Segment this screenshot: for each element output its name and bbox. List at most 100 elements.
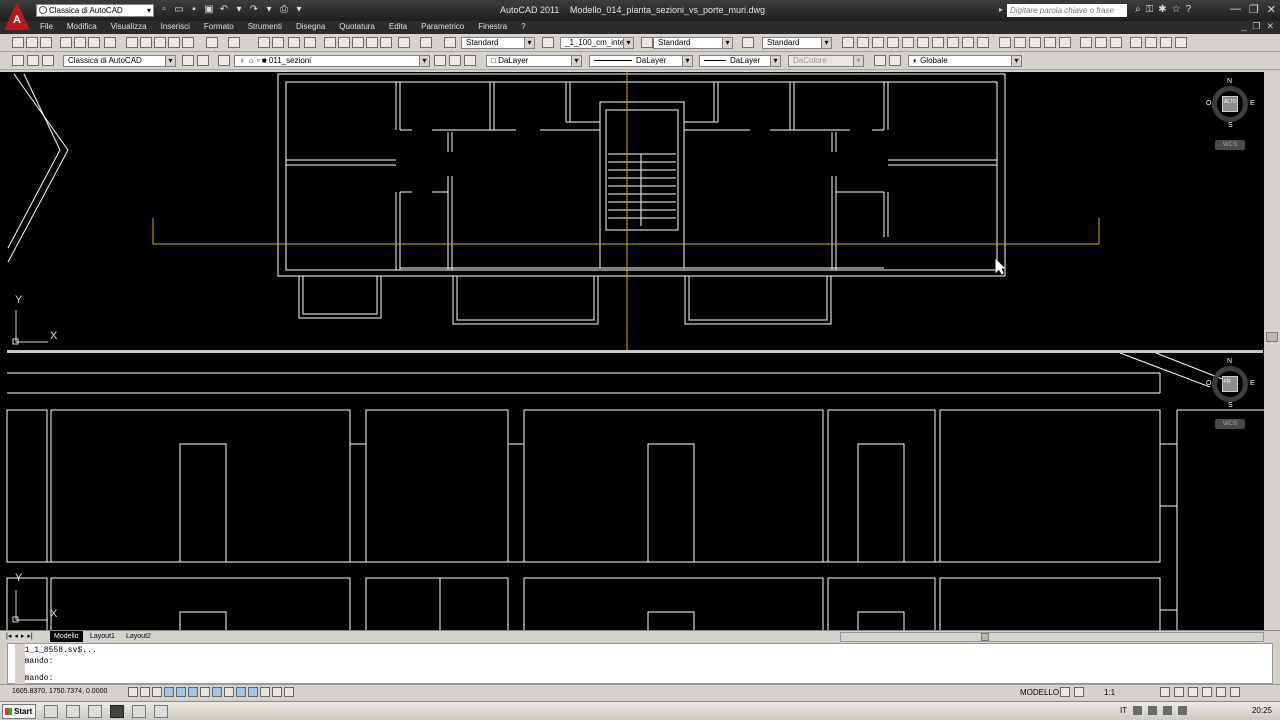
key-icon[interactable]: ⚿ [1146, 4, 1154, 15]
doc-restore-button[interactable]: ❐ [1252, 21, 1260, 32]
cut-icon[interactable] [126, 37, 138, 48]
viewport-divider[interactable] [7, 350, 1263, 353]
tab-layout2[interactable]: Layout2 [122, 631, 155, 642]
workspace-switching-icon[interactable] [1174, 687, 1184, 697]
quickcalc-icon[interactable] [398, 37, 410, 48]
horizontal-scrollbar[interactable] [840, 632, 1264, 642]
annotation-visibility-icon[interactable] [1160, 687, 1170, 697]
isolate-objects-icon[interactable] [1216, 687, 1226, 697]
table-style-icon[interactable] [641, 37, 653, 48]
tray-app-icon[interactable] [1133, 706, 1143, 715]
make-current-layer-icon[interactable] [434, 55, 446, 66]
prev-tab-button[interactable]: ◂ [14, 632, 18, 640]
tool-palettes-icon[interactable] [352, 37, 364, 48]
vertical-scrollbar[interactable] [1264, 72, 1280, 630]
command-window[interactable]: $_1_1_8558.sv$... Comando: Comando: [7, 643, 1273, 684]
maximize-button[interactable]: ❐ [1249, 3, 1259, 16]
app-task-icon[interactable] [132, 705, 146, 718]
workspace-customize-icon[interactable] [42, 55, 54, 66]
quick-view-layouts-icon[interactable] [1060, 687, 1070, 697]
close-button[interactable]: ✕ [1267, 3, 1276, 16]
menu-quotatura[interactable]: Quotatura [339, 22, 375, 31]
osnap-toggle[interactable] [188, 687, 198, 697]
show-desktop-icon[interactable] [44, 705, 58, 718]
dim-style-icon[interactable] [542, 37, 554, 48]
text-style-icon[interactable] [444, 37, 456, 48]
lineweight-select[interactable]: DaLayer [699, 55, 781, 67]
command-scrollbar[interactable] [15, 644, 25, 684]
sc-toggle[interactable] [284, 687, 294, 697]
pan-icon[interactable] [258, 37, 270, 48]
menu-formato[interactable]: Formato [204, 22, 234, 31]
color-select[interactable]: □ DaLayer [486, 55, 582, 67]
view-tool-7-icon[interactable] [1175, 37, 1187, 48]
search-input[interactable]: Digitare parola chiave o frase [1007, 4, 1127, 17]
layer-select[interactable]: ♀ ☼ ▫ ■ 011_sezioni [234, 55, 430, 67]
layer-properties-icon[interactable] [218, 55, 230, 66]
ortho-toggle[interactable] [164, 687, 174, 697]
qp-toggle[interactable] [272, 687, 282, 697]
design-center-icon[interactable] [338, 37, 350, 48]
clean-screen-icon[interactable] [1230, 687, 1240, 697]
save-icon[interactable]: ▪ [188, 4, 200, 16]
menu-strumenti[interactable]: Strumenti [248, 22, 282, 31]
mleader-style-select[interactable]: Standard [762, 37, 832, 49]
menu-visualizza[interactable]: Visualizza [111, 22, 147, 31]
block-editor-icon[interactable] [182, 37, 194, 48]
menu-finestra[interactable]: Finestra [478, 22, 507, 31]
modify-tool-4-icon[interactable] [1044, 37, 1056, 48]
workspace-settings-icon[interactable] [12, 55, 24, 66]
menu-edita[interactable]: Edita [389, 22, 407, 31]
view-tool-6-icon[interactable] [1160, 37, 1172, 48]
draw-tool-1-icon[interactable] [842, 37, 854, 48]
tray-network-icon[interactable] [1148, 706, 1158, 715]
chrome-icon[interactable] [88, 705, 102, 718]
visual-style-2-icon[interactable] [889, 55, 901, 66]
polar-toggle[interactable] [176, 687, 186, 697]
application-menu-button[interactable]: A [4, 2, 30, 30]
last-tab-button[interactable]: ▸| [27, 632, 32, 640]
open-icon[interactable]: ▭ [173, 4, 185, 16]
new-icon[interactable]: ▫ [158, 4, 170, 16]
start-button[interactable]: Start [2, 704, 36, 719]
layer-state-icon[interactable] [464, 55, 476, 66]
match-properties-icon[interactable] [168, 37, 180, 48]
dim-style-select[interactable]: _1_100_cm_inter [560, 37, 634, 49]
horizontal-scroll-thumb[interactable] [981, 633, 989, 641]
wcs-menu[interactable]: WCS [1215, 419, 1245, 429]
plot-icon[interactable]: ⎙ [278, 4, 290, 16]
redo-dropdown-icon[interactable]: ▾ [263, 4, 275, 16]
redo-icon[interactable] [228, 37, 240, 48]
next-tab-button[interactable]: ▸ [21, 632, 25, 640]
undo-icon[interactable]: ↶ [218, 4, 230, 16]
annotation-scale[interactable]: 1:1 [1104, 688, 1115, 697]
3d-osnap-toggle[interactable] [200, 687, 210, 697]
lock-icon[interactable] [1188, 687, 1198, 697]
workspace-gear-icon[interactable] [182, 55, 194, 66]
visual-style-icon[interactable] [874, 55, 886, 66]
minimize-button[interactable]: — [1230, 3, 1241, 16]
search-icon[interactable]: ⌕ [1135, 4, 1141, 15]
doc-minimize-button[interactable]: _ [1241, 21, 1246, 32]
language-indicator[interactable]: IT [1120, 706, 1127, 715]
folder-icon[interactable] [66, 705, 80, 718]
autocad-task-icon[interactable] [110, 705, 124, 718]
grid-toggle[interactable] [152, 687, 162, 697]
menu-disegna[interactable]: Disegna [296, 22, 325, 31]
clock[interactable]: 20:25 [1252, 706, 1272, 715]
help-icon[interactable]: ? [1186, 4, 1192, 15]
linetype-select[interactable]: DaLayer [589, 55, 693, 67]
view-tool-1-icon[interactable] [1080, 37, 1092, 48]
undo-dropdown-icon[interactable]: ▾ [233, 4, 245, 16]
undo-icon[interactable] [206, 37, 218, 48]
plot-icon[interactable] [60, 37, 72, 48]
menu-inserisci[interactable]: Inserisci [161, 22, 190, 31]
zoom-previous-icon[interactable] [304, 37, 316, 48]
qat-dropdown-icon[interactable]: ▾ [293, 4, 305, 16]
tab-modello[interactable]: Modello [50, 631, 83, 642]
tray-flag-icon[interactable] [1178, 706, 1188, 715]
properties-icon[interactable] [324, 37, 336, 48]
view-tool-3-icon[interactable] [1110, 37, 1122, 48]
draw-tool-8-icon[interactable] [947, 37, 959, 48]
infer-constraints-toggle[interactable] [128, 687, 138, 697]
